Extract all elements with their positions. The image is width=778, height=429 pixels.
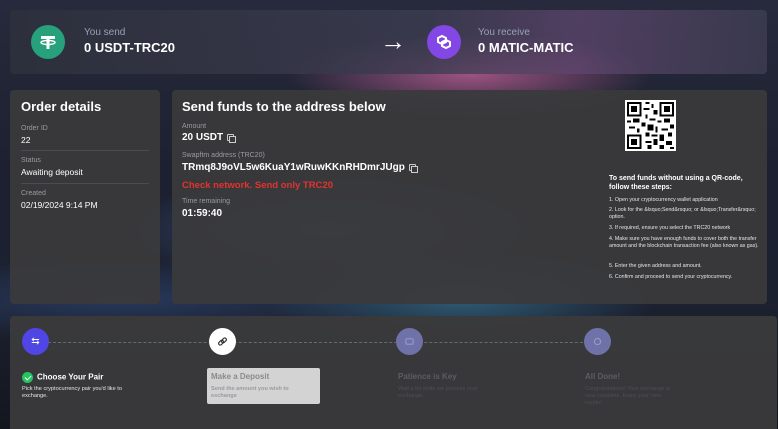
stage-title: Choose Your Pair — [37, 372, 104, 382]
order-details-panel: Order details Order ID 22 Status Awaitin… — [10, 90, 160, 304]
order-details-title: Order details — [21, 99, 102, 114]
progress-line — [38, 342, 608, 343]
amount-value: 20 USDT — [182, 132, 224, 143]
status-value: Awaiting deposit — [21, 167, 83, 177]
created-label: Created — [21, 190, 46, 197]
send-funds-title: Send funds to the address below — [182, 99, 386, 114]
receive-amount: 0 MATIC-MATIC — [478, 40, 574, 55]
network-warning: Check network. Send only TRC20 — [182, 180, 333, 191]
copy-icon[interactable] — [227, 134, 237, 143]
tether-icon — [31, 25, 65, 59]
instructions-title: To send funds without using a QR-code, f… — [609, 175, 743, 191]
stage-desc: Pick the cryptocurrency pair you'd like … — [22, 386, 122, 399]
check-icon — [22, 372, 33, 383]
stage-title: Make a Deposit — [211, 372, 270, 381]
stage-title: Patience is Key — [398, 372, 457, 381]
time-remaining-label: Time remaining — [182, 198, 230, 205]
stage-desc: Send the amount you wish to exchange — [211, 386, 289, 399]
done-icon — [584, 328, 611, 355]
instruction-step: 5. Enter the given address and amount. — [609, 263, 702, 269]
created-value: 02/19/2024 9:14 PM — [21, 200, 98, 210]
divider — [21, 183, 149, 184]
send-amount: 0 USDT-TRC20 — [84, 40, 176, 55]
copy-icon[interactable] — [408, 164, 418, 173]
progress-stepper: ⇆ Choose Your Pair Pick the cryptocurren… — [10, 316, 777, 429]
qr-code — [625, 100, 676, 151]
instruction-step: 3. If required, ensure you select the TR… — [609, 225, 731, 231]
link-icon — [209, 328, 236, 355]
order-id-value: 22 — [21, 135, 31, 145]
send-caption: You send — [84, 27, 126, 38]
address-row: TRmq8J9oVL5w6KuaY1wRuwKKnRHDmrJUgp — [182, 162, 418, 173]
exchange-pair-bar: You send 0 USDT-TRC20 → You receive 0 MA… — [10, 10, 767, 74]
time-remaining-value: 01:59:40 — [182, 208, 223, 219]
amount-label: Amount — [182, 123, 207, 130]
stage-title: All Done! — [585, 372, 621, 381]
address-label: Swapftm address (TRC20) — [182, 152, 265, 159]
hourglass-icon — [396, 328, 423, 355]
amount-row: 20 USDT — [182, 132, 237, 143]
order-id-label: Order ID — [21, 125, 48, 132]
instruction-step: 4. Make sure you have enough funds to co… — [609, 236, 759, 249]
swap-icon: ⇆ — [22, 328, 49, 355]
receive-caption: You receive — [478, 27, 530, 38]
status-label: Status — [21, 157, 41, 164]
instruction-step: 1. Open your cryptocurrency wallet appli… — [609, 197, 718, 203]
stage-desc: Wait a bit while we process your exchang… — [398, 386, 478, 399]
arrow-right-icon: → — [380, 26, 406, 56]
instruction-step: 2. Look for the &lsquo;Send&rsquo; or &l… — [609, 207, 756, 220]
stage-desc: Congratulations! Your exchange is now co… — [585, 386, 670, 406]
send-funds-panel: Send funds to the address below Amount 2… — [172, 90, 767, 304]
instruction-step: 6. Confirm and proceed to send your cryp… — [609, 274, 733, 280]
polygon-icon — [427, 25, 461, 59]
stage-choose-pair: Choose Your Pair — [22, 372, 103, 383]
deposit-address[interactable]: TRmq8J9oVL5w6KuaY1wRuwKKnRHDmrJUgp — [182, 162, 405, 173]
divider — [21, 150, 149, 151]
